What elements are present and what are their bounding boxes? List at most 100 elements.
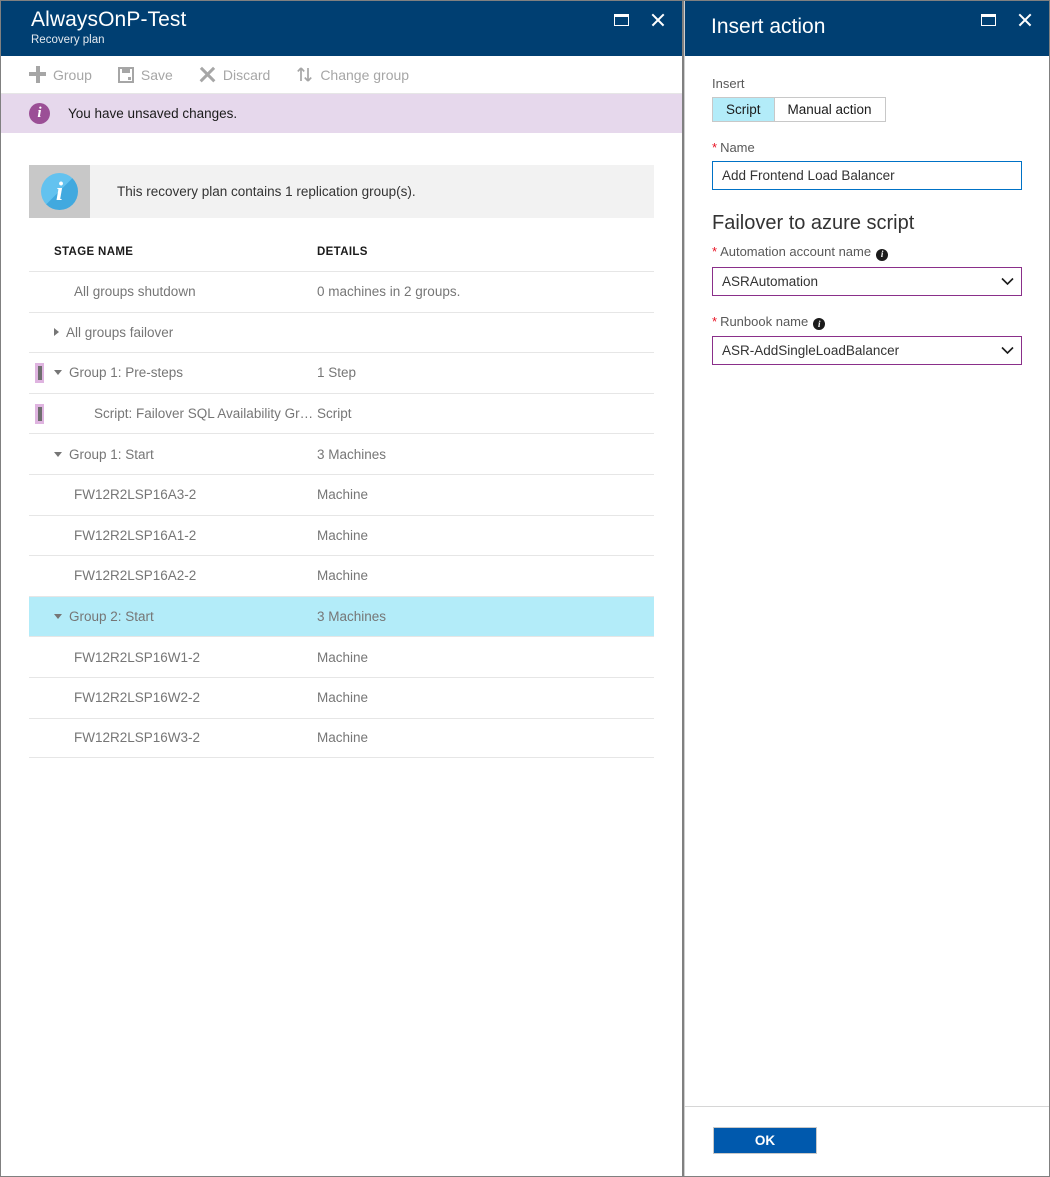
- cell-details: Script: [317, 406, 654, 421]
- page-subtitle: Recovery plan: [31, 32, 666, 48]
- cell-stage-name: FW12R2LSP16A3-2: [29, 487, 317, 502]
- infobox-text: This recovery plan contains 1 replicatio…: [90, 184, 416, 199]
- insert-action-form: Insert Script Manual action *Name Failov…: [685, 56, 1049, 1106]
- infobox-icon-container: i: [29, 165, 90, 218]
- maximize-button[interactable]: [610, 9, 632, 31]
- insert-action-blade: Insert action Insert Script Manual actio…: [684, 1, 1049, 1176]
- stages-table: STAGE NAME DETAILS All groups shutdown 0 …: [29, 246, 654, 758]
- x-icon: [199, 66, 216, 83]
- cell-stage-name: FW12R2LSP16A2-2: [29, 568, 317, 583]
- column-header-details: DETAILS: [317, 246, 654, 258]
- cell-details: 0 machines in 2 groups.: [317, 284, 654, 299]
- table-row[interactable]: Script: Failover SQL Availability Gro...…: [29, 393, 654, 434]
- chevron-down-icon[interactable]: [54, 614, 62, 619]
- info-icon[interactable]: i: [876, 249, 888, 261]
- stage-name-label: Group 1: Pre-steps: [69, 365, 183, 380]
- script-section-title: Failover to azure script: [712, 212, 1022, 235]
- close-icon: [1017, 13, 1032, 28]
- table-row[interactable]: FW12R2LSP16W2-2 Machine: [29, 677, 654, 718]
- group-marker-icon: [35, 404, 44, 424]
- discard-button[interactable]: Discard: [199, 66, 270, 83]
- app-root: AlwaysOnP-Test Recovery plan Group Save: [0, 0, 1050, 1177]
- plus-icon: [29, 66, 46, 83]
- table-row[interactable]: All groups shutdown 0 machines in 2 group…: [29, 271, 654, 312]
- save-icon: [118, 67, 134, 83]
- automation-account-value: ASRAutomation: [713, 274, 993, 289]
- change-group-button[interactable]: Change group: [296, 66, 409, 83]
- cell-details: 3 Machines: [317, 609, 654, 624]
- recovery-plan-body: i This recovery plan contains 1 replicat…: [1, 133, 682, 1176]
- change-group-label: Change group: [320, 67, 409, 83]
- recovery-plan-blade: AlwaysOnP-Test Recovery plan Group Save: [1, 1, 682, 1176]
- runbook-select[interactable]: ASR-AddSingleLoadBalancer: [712, 336, 1022, 365]
- cell-stage-name: FW12R2LSP16W3-2: [29, 730, 317, 745]
- chevron-down-icon[interactable]: [54, 452, 62, 457]
- close-button[interactable]: [1013, 9, 1035, 31]
- page-title: AlwaysOnP-Test: [31, 7, 666, 33]
- add-group-button[interactable]: Group: [29, 66, 92, 83]
- close-icon: [650, 13, 665, 28]
- cell-stage-name: All groups shutdown: [29, 284, 317, 299]
- table-row[interactable]: Group 1: Start3 Machines: [29, 433, 654, 474]
- chevron-down-icon[interactable]: [54, 370, 62, 375]
- required-asterisk: *: [712, 140, 717, 155]
- cell-details: Machine: [317, 690, 654, 705]
- table-row[interactable]: FW12R2LSP16A1-2Machine: [29, 515, 654, 556]
- insert-type-script-option[interactable]: Script: [713, 98, 774, 121]
- runbook-label: *Runbook namei: [712, 314, 1022, 331]
- stage-name-label: FW12R2LSP16W3-2: [74, 730, 200, 745]
- cell-stage-name: Script: Failover SQL Availability Gro...: [29, 406, 317, 421]
- table-row[interactable]: All groups failover: [29, 312, 654, 353]
- automation-account-label: *Automation account namei: [712, 244, 1022, 261]
- insert-action-header: Insert action: [685, 1, 1049, 56]
- stage-name-label: FW12R2LSP16A2-2: [74, 568, 196, 583]
- close-button[interactable]: [646, 9, 668, 31]
- table-row[interactable]: FW12R2LSP16A2-2 Machine: [29, 555, 654, 596]
- name-label-text: Name: [720, 140, 755, 155]
- stage-name-label: All groups failover: [66, 325, 173, 340]
- name-label: *Name: [712, 140, 1022, 155]
- group-marker-icon: [35, 363, 44, 383]
- unsaved-changes-text: You have unsaved changes.: [68, 106, 237, 121]
- cell-stage-name: Group 2: Start: [29, 609, 317, 624]
- table-row[interactable]: FW12R2LSP16W3-2 Machine: [29, 718, 654, 759]
- cell-details: Machine: [317, 487, 654, 502]
- recovery-plan-header: AlwaysOnP-Test Recovery plan: [1, 1, 682, 56]
- cell-stage-name: All groups failover: [29, 325, 317, 340]
- cell-stage-name: FW12R2LSP16W2-2: [29, 690, 317, 705]
- cell-details: Machine: [317, 730, 654, 745]
- cell-details: Machine: [317, 528, 654, 543]
- cell-details: Machine: [317, 650, 654, 665]
- runbook-label-text: Runbook name: [720, 314, 808, 329]
- stage-name-label: FW12R2LSP16W2-2: [74, 690, 200, 705]
- table-row[interactable]: Group 2: Start3 Machines: [29, 596, 654, 637]
- maximize-icon: [981, 14, 996, 26]
- recovery-plan-toolbar: Group Save Discard Change group: [1, 56, 682, 94]
- table-header: STAGE NAME DETAILS: [29, 246, 654, 271]
- chevron-down-icon: [993, 337, 1021, 364]
- insert-type-toggle: Script Manual action: [712, 97, 886, 122]
- table-row[interactable]: FW12R2LSP16W1-2Machine: [29, 636, 654, 677]
- info-icon[interactable]: i: [813, 318, 825, 330]
- table-row[interactable]: Group 1: Pre-steps 1 Step: [29, 352, 654, 393]
- maximize-button[interactable]: [977, 9, 999, 31]
- chevron-right-icon[interactable]: [54, 328, 59, 336]
- automation-account-select[interactable]: ASRAutomation: [712, 267, 1022, 296]
- cell-stage-name: FW12R2LSP16W1-2: [29, 650, 317, 665]
- ok-button[interactable]: OK: [713, 1127, 817, 1154]
- stage-name-label: Script: Failover SQL Availability Gro...: [94, 406, 317, 421]
- table-body: All groups shutdown 0 machines in 2 group…: [29, 271, 654, 758]
- required-asterisk: *: [712, 244, 717, 259]
- replication-group-infobox: i This recovery plan contains 1 replicat…: [29, 165, 654, 218]
- cell-stage-name: Group 1: Pre-steps: [29, 365, 317, 380]
- cell-details: Machine: [317, 568, 654, 583]
- save-button[interactable]: Save: [118, 67, 173, 83]
- add-group-label: Group: [53, 67, 92, 83]
- table-row[interactable]: FW12R2LSP16A3-2Machine: [29, 474, 654, 515]
- unsaved-changes-banner: i You have unsaved changes.: [1, 94, 682, 133]
- insert-type-manual-action-option[interactable]: Manual action: [774, 98, 885, 121]
- stage-name-label: All groups shutdown: [74, 284, 196, 299]
- cell-details: 1 Step: [317, 365, 654, 380]
- name-input[interactable]: [712, 161, 1022, 190]
- insert-label: Insert: [712, 76, 1022, 91]
